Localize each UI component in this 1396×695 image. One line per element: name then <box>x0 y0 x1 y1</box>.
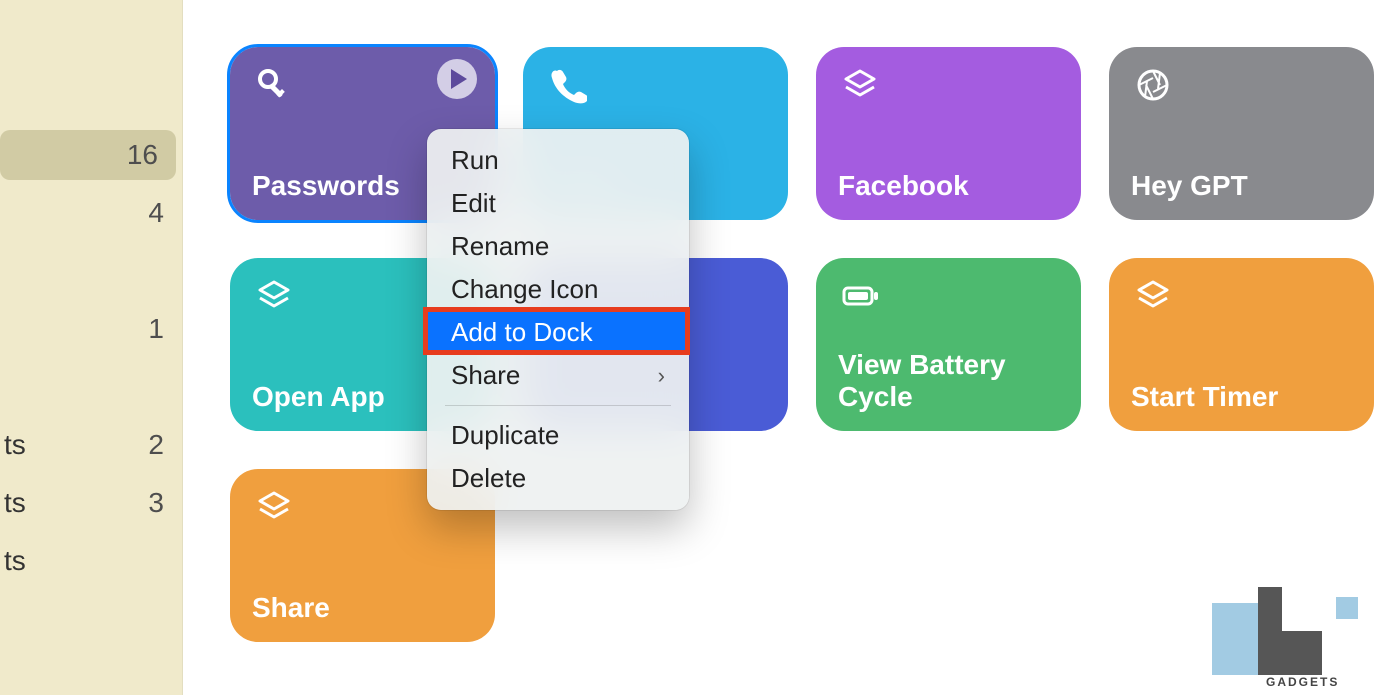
menu-item-label: Edit <box>451 188 496 219</box>
sidebar-row[interactable]: 4 <box>0 188 182 238</box>
watermark-logo: GADGETS <box>1212 587 1382 687</box>
shortcut-card[interactable]: Start Timer <box>1109 258 1374 431</box>
layers-icon <box>252 274 296 318</box>
layers-icon <box>1131 274 1175 318</box>
menu-item-label: Duplicate <box>451 420 559 451</box>
menu-item-delete[interactable]: Delete <box>427 457 689 500</box>
battery-icon <box>838 274 882 318</box>
menu-item-label: Add to Dock <box>451 317 593 348</box>
sidebar-count: 4 <box>148 197 164 229</box>
aperture-icon <box>1131 63 1175 107</box>
shortcuts-grid-container: PasswordscallerFacebookHey GPTOpen AppVi… <box>230 47 1390 642</box>
key-icon <box>252 63 296 107</box>
sidebar-row[interactable]: ts 3 <box>0 478 182 528</box>
menu-item-share[interactable]: Share › <box>427 354 689 397</box>
menu-item-label: Rename <box>451 231 549 262</box>
menu-item-edit[interactable]: Edit <box>427 182 689 225</box>
watermark-text: GADGETS <box>1266 675 1339 689</box>
menu-item-duplicate[interactable]: Duplicate <box>427 414 689 457</box>
sidebar-count: 1 <box>148 313 164 345</box>
shortcut-card[interactable]: Facebook <box>816 47 1081 220</box>
menu-item-label: Delete <box>451 463 526 494</box>
chevron-right-icon: › <box>658 363 665 389</box>
sidebar-row[interactable]: ts 2 <box>0 420 182 470</box>
shortcut-title: Share <box>252 592 473 624</box>
sidebar-row[interactable]: 1 <box>0 304 182 354</box>
sidebar: 16 4 1 ts 2 ts 3 ts <box>0 0 183 695</box>
menu-item-change-icon[interactable]: Change Icon <box>427 268 689 311</box>
menu-item-add-to-dock[interactable]: Add to Dock <box>427 311 689 354</box>
context-menu: Run Edit Rename Change Icon Add to Dock Share… <box>427 129 689 510</box>
menu-item-label: Share <box>451 360 520 391</box>
sidebar-count: 2 <box>148 429 164 461</box>
menu-item-label: Change Icon <box>451 274 598 305</box>
sidebar-label-fragment: ts <box>0 545 26 577</box>
layers-icon <box>252 485 296 529</box>
shortcut-title: Facebook <box>838 170 1059 202</box>
run-badge-icon[interactable] <box>437 59 477 99</box>
menu-separator <box>445 405 671 406</box>
shortcut-card[interactable]: View Battery Cycle <box>816 258 1081 431</box>
shortcut-card[interactable]: Hey GPT <box>1109 47 1374 220</box>
sidebar-row[interactable]: ts <box>0 536 182 586</box>
sidebar-count: 3 <box>148 487 164 519</box>
phone-icon <box>545 63 589 107</box>
layers-icon <box>838 63 882 107</box>
sidebar-row[interactable]: 16 <box>0 130 176 180</box>
shortcut-title: Hey GPT <box>1131 170 1352 202</box>
menu-item-run[interactable]: Run <box>427 139 689 182</box>
shortcut-title: View Battery Cycle <box>838 349 1059 413</box>
menu-item-rename[interactable]: Rename <box>427 225 689 268</box>
menu-item-label: Run <box>451 145 499 176</box>
sidebar-label-fragment: ts <box>0 487 26 519</box>
shortcut-title: Start Timer <box>1131 381 1352 413</box>
sidebar-label-fragment: ts <box>0 429 26 461</box>
sidebar-count: 16 <box>127 139 158 171</box>
